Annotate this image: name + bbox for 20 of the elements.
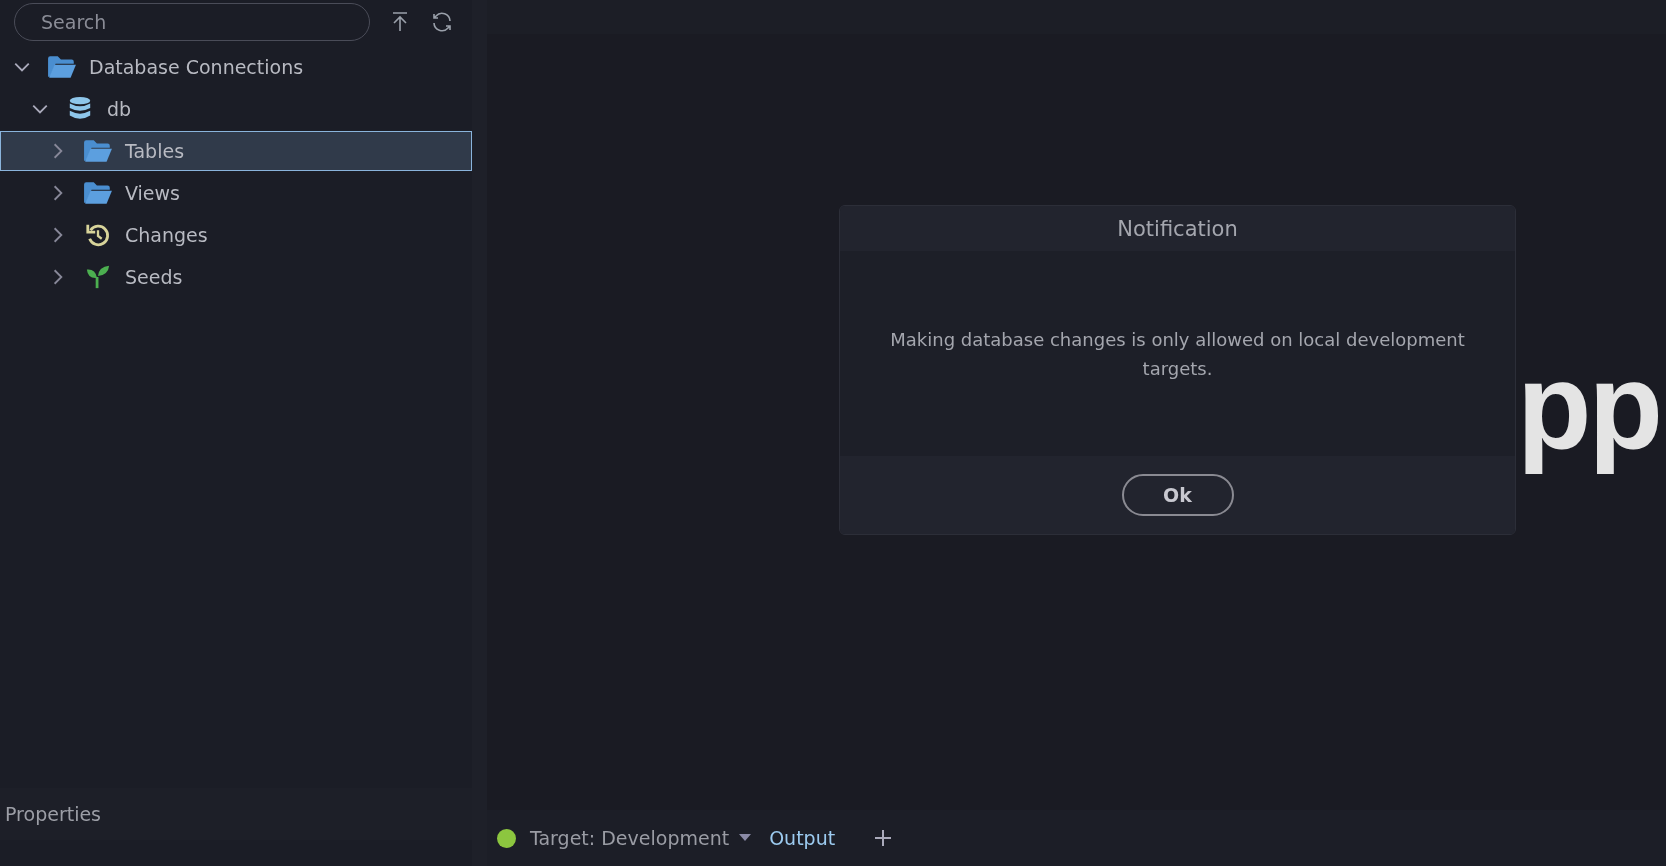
dialog-title: Notification — [1117, 216, 1238, 241]
dropdown-arrow-icon — [739, 834, 752, 842]
target-dropdown[interactable]: Target: Development — [526, 827, 756, 849]
logo-text: pp — [1517, 338, 1662, 477]
dialog-message: Making database changes is only allowed on local development targets. — [889, 327, 1466, 381]
folder-icon — [83, 180, 113, 206]
tree-item[interactable]: Database Connections — [0, 47, 472, 87]
refresh-icon[interactable] — [430, 9, 454, 34]
tree-item[interactable]: Views — [0, 173, 472, 213]
tree-item[interactable]: Changes — [0, 215, 472, 255]
tree-item[interactable]: Tables — [0, 131, 472, 171]
panel-title: Properties — [5, 803, 102, 825]
tree-item[interactable]: db — [0, 89, 472, 129]
folder-icon — [47, 54, 77, 80]
folder-icon — [83, 138, 113, 164]
output-tab[interactable]: Output — [765, 827, 840, 849]
tree-item[interactable]: Seeds — [0, 257, 472, 297]
ok-button[interactable]: Ok — [1121, 474, 1234, 516]
add-icon[interactable] — [873, 828, 894, 848]
search-input[interactable]: Search — [39, 9, 345, 34]
